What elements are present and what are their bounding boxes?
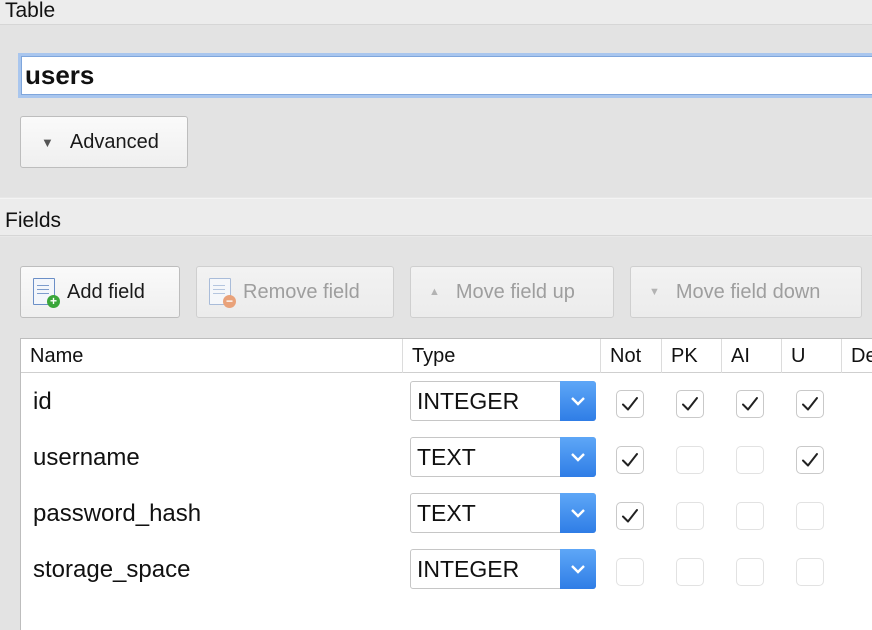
table-section [0,25,872,197]
primary-key-checkbox[interactable] [676,390,704,418]
column-header-autoincrement[interactable]: AI [721,339,781,373]
column-header-name[interactable]: Name [21,339,402,373]
move-field-down-label: Move field down [675,280,821,303]
triangle-down-icon: ▼ [41,134,54,150]
checkmark-icon [622,509,638,523]
autoincrement-checkbox[interactable] [736,502,764,530]
field-type-select[interactable]: INTEGER [410,549,596,589]
checkmark-icon [622,453,638,467]
checkmark-icon [682,397,698,411]
move-field-up-button[interactable]: ▲ Move field up [410,266,614,318]
chevron-down-icon [560,381,596,421]
field-name-cell[interactable]: id [33,374,52,430]
primary-key-checkbox[interactable] [676,502,704,530]
field-type-value: INTEGER [417,556,520,582]
column-header-not-null[interactable]: Not [600,339,661,373]
remove-field-label: Remove field [243,280,360,303]
unique-checkbox[interactable] [796,446,824,474]
field-type-value: TEXT [417,444,476,470]
fields-table-header: Name Type Not PK AI U De [21,339,872,373]
table-row[interactable]: password_hash TEXT [21,486,872,542]
add-field-button[interactable]: + Add field [20,266,180,318]
advanced-button[interactable]: ▼ Advanced [20,116,188,168]
column-header-unique[interactable]: U [781,339,841,373]
move-field-up-label: Move field up [455,280,575,303]
checkmark-icon [622,397,638,411]
not-null-checkbox[interactable] [616,390,644,418]
table-row[interactable]: id INTEGER [21,374,872,430]
chevron-down-icon [560,437,596,477]
chevron-down-icon [560,493,596,533]
autoincrement-checkbox[interactable] [736,558,764,586]
field-type-select[interactable]: TEXT [410,493,596,533]
checkmark-icon [802,397,818,411]
autoincrement-checkbox[interactable] [736,446,764,474]
table-name-input[interactable] [18,53,872,98]
fields-table: Name Type Not PK AI U De id INTEGER user… [20,338,872,630]
column-header-type[interactable]: Type [402,339,600,373]
field-type-select[interactable]: TEXT [410,437,596,477]
field-type-value: TEXT [417,500,476,526]
table-row[interactable]: username TEXT [21,430,872,486]
add-field-label: Add field [67,280,145,303]
fields-section-header: Fields [0,198,872,236]
field-name-cell[interactable]: storage_space [33,542,190,598]
primary-key-checkbox[interactable] [676,558,704,586]
advanced-button-label: Advanced [69,130,159,153]
document-remove-icon: − [209,278,236,308]
field-name-cell[interactable]: username [33,430,140,486]
field-type-value: INTEGER [417,388,520,414]
move-field-down-button[interactable]: ▼ Move field down [630,266,862,318]
checkmark-icon [742,397,758,411]
not-null-checkbox[interactable] [616,502,644,530]
triangle-up-icon: ▲ [429,286,440,298]
checkmark-icon [802,453,818,467]
table-row[interactable]: storage_space INTEGER [21,542,872,598]
document-add-icon: + [33,278,60,308]
not-null-checkbox[interactable] [616,446,644,474]
unique-checkbox[interactable] [796,502,824,530]
triangle-down-icon: ▼ [649,286,660,298]
field-name-cell[interactable]: password_hash [33,486,201,542]
unique-checkbox[interactable] [796,390,824,418]
field-type-select[interactable]: INTEGER [410,381,596,421]
primary-key-checkbox[interactable] [676,446,704,474]
table-section-header: Table [0,0,872,25]
autoincrement-checkbox[interactable] [736,390,764,418]
chevron-down-icon [560,549,596,589]
column-header-default[interactable]: De [841,339,872,373]
remove-field-button[interactable]: − Remove field [196,266,394,318]
not-null-checkbox[interactable] [616,558,644,586]
column-header-primary-key[interactable]: PK [661,339,721,373]
unique-checkbox[interactable] [796,558,824,586]
